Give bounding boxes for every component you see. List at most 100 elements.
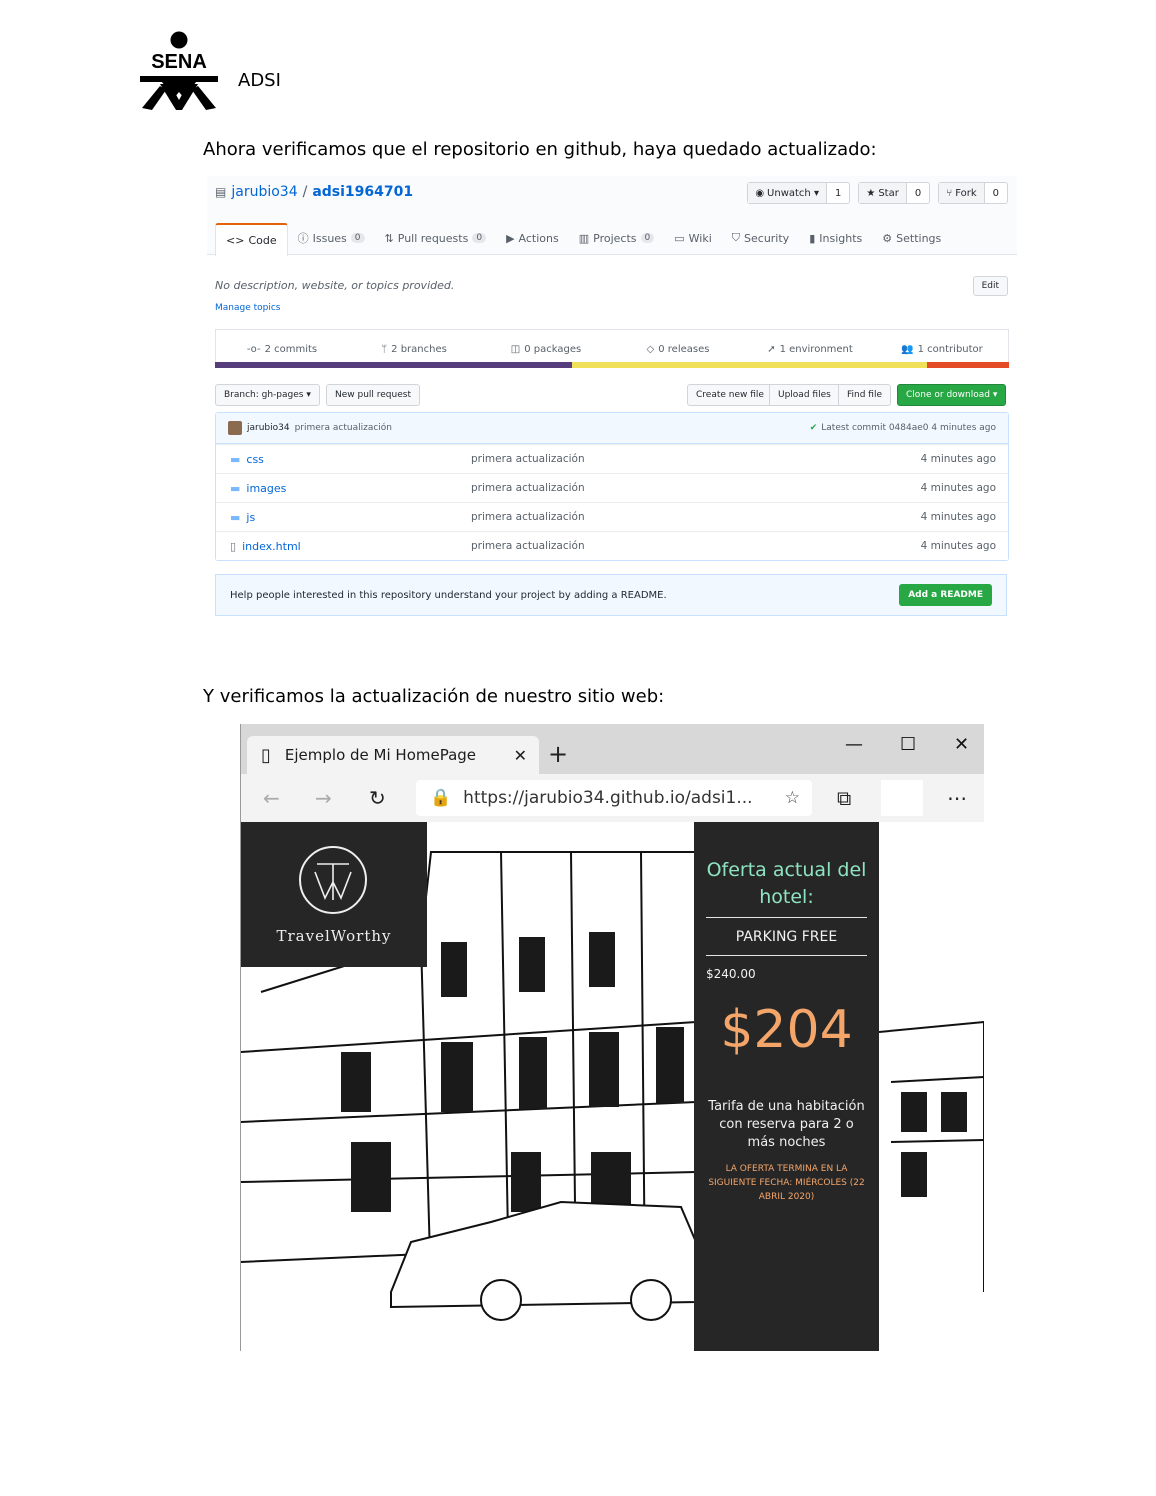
unwatch-count[interactable]: 1	[827, 183, 849, 203]
commit-author[interactable]: jarubio34	[247, 423, 290, 433]
maximize-icon[interactable]: ☐	[900, 734, 916, 755]
tab-label: Pull requests	[397, 231, 469, 245]
tab-wiki[interactable]: ▭ Wiki	[664, 223, 722, 253]
tab-label: Wiki	[688, 231, 712, 245]
language-segment[interactable]	[927, 362, 1009, 368]
language-segment[interactable]	[215, 362, 573, 368]
new-pull-request-button[interactable]: New pull request	[326, 384, 420, 406]
star-button[interactable]: ★ Star 0	[858, 182, 931, 204]
create-file-button[interactable]: Create new file	[687, 384, 773, 406]
language-segment[interactable]	[572, 362, 928, 368]
tab-projects[interactable]: ▥ Projects 0	[569, 223, 665, 253]
paragraph-github: Ahora verificamos que el repositorio en …	[203, 139, 877, 160]
offer-end-date: LA OFERTA TERMINA EN LA SIGUIENTE FECHA:…	[708, 1164, 865, 1202]
fork-label: Fork	[955, 187, 977, 199]
webpage: TravelWorthy Oferta actual del hotel: PA…	[241, 822, 984, 1351]
file-table: jarubio34 primera actualización ✔ Latest…	[215, 412, 1009, 561]
nav-bar: ← → ↻ 🔒 https://jarubio34.github.io/adsi…	[241, 774, 984, 823]
upload-files-button[interactable]: Upload files	[769, 384, 840, 406]
people-icon: 👥	[901, 343, 914, 355]
add-readme-button[interactable]: Add a README	[899, 584, 992, 606]
file-commit-message[interactable]: primera actualización	[471, 511, 896, 523]
file-age: 4 minutes ago	[920, 482, 996, 494]
commits-label: 2 commits	[264, 343, 318, 355]
file-commit-message[interactable]: primera actualización	[471, 453, 896, 465]
commit-message[interactable]: primera actualización	[295, 423, 392, 433]
tw-monogram-icon	[299, 846, 367, 914]
tab-settings[interactable]: ⚙ Settings	[872, 223, 951, 253]
tab-label: Code	[248, 234, 277, 247]
rocket-icon: ➚	[767, 343, 776, 355]
repo-owner-link[interactable]: jarubio34	[231, 184, 297, 200]
minimize-icon[interactable]: —	[845, 734, 863, 755]
repo-tabs: <> Code ⓘ Issues 0 ⇅ Pull requests 0 ▶ Actions…	[215, 223, 951, 256]
forward-icon[interactable]: →	[315, 786, 332, 810]
url-text[interactable]: https://jarubio34.github.io/adsi1...	[463, 788, 752, 808]
window-close-icon[interactable]: ✕	[954, 734, 969, 755]
repo-header: ▤ jarubio34 / adsi1964701 ◉ Unwatch ▾ 1 ★…	[207, 176, 1017, 256]
branch-select-button[interactable]: Branch: gh-pages ▾	[215, 384, 320, 406]
close-icon[interactable]: ✕	[514, 746, 527, 765]
tab-security[interactable]: ⛉ Security	[722, 223, 799, 253]
package-icon: ◫	[510, 343, 521, 355]
gear-icon: ⚙	[882, 231, 893, 245]
folder-icon: ▬	[230, 481, 241, 495]
tab-issues[interactable]: ⓘ Issues 0	[288, 223, 375, 253]
tab-code[interactable]: <> Code	[215, 223, 288, 256]
repo-name-link[interactable]: adsi1964701	[312, 184, 413, 200]
shield-icon: ⛉	[731, 231, 741, 244]
collections-icon[interactable]: ⧉	[837, 786, 851, 810]
tab-count: 0	[640, 233, 655, 243]
repo-icon: ▤	[215, 185, 227, 199]
fork-button[interactable]: ⑂ Fork 0	[938, 182, 1008, 204]
tab-insights[interactable]: ▮ Insights	[799, 223, 872, 253]
favorite-star-icon[interactable]: ☆	[785, 788, 800, 808]
language-bar[interactable]	[215, 362, 1009, 368]
header-label: ADSI	[238, 70, 281, 91]
project-icon: ▥	[578, 231, 590, 245]
file-name[interactable]: js	[246, 511, 255, 524]
divider	[706, 917, 867, 918]
travelworthy-logo[interactable]: TravelWorthy	[241, 822, 427, 967]
pull-request-icon: ⇅	[384, 231, 394, 245]
file-commit-message[interactable]: primera actualización	[471, 482, 896, 494]
environment-label: 1 environment	[779, 343, 853, 355]
more-menu-icon[interactable]: ⋯	[947, 786, 967, 810]
divider	[706, 955, 867, 956]
issue-icon: ⓘ	[297, 232, 309, 245]
new-price: $204	[720, 1000, 853, 1060]
contributor-label: 1 contributor	[917, 343, 983, 355]
offer-title: Oferta actual del hotel:	[706, 859, 867, 908]
paragraph-site: Y verificamos la actualización de nuestr…	[203, 686, 665, 707]
tab-label: Issues	[312, 231, 347, 245]
file-name[interactable]: images	[246, 482, 286, 495]
back-icon[interactable]: ←	[263, 786, 280, 810]
unwatch-button[interactable]: ◉ Unwatch ▾ 1	[747, 182, 851, 204]
fork-count[interactable]: 0	[985, 183, 1007, 203]
manage-topics-link[interactable]: Manage topics	[215, 303, 281, 313]
browser-screenshot: ▯ Ejemplo de Mi HomePage ✕ + — ☐ ✕ ← → ↻…	[240, 724, 984, 1351]
repo-title: ▤ jarubio34 / adsi1964701	[215, 184, 413, 200]
browser-tab[interactable]: ▯ Ejemplo de Mi HomePage ✕	[247, 736, 539, 774]
tab-actions[interactable]: ▶ Actions	[496, 223, 569, 253]
latest-commit-info[interactable]: Latest commit 0484ae0 4 minutes ago	[821, 423, 996, 433]
file-commit-message[interactable]: primera actualización	[471, 540, 896, 552]
clone-download-button[interactable]: Clone or download ▾	[897, 384, 1007, 406]
tab-pull-requests[interactable]: ⇅ Pull requests 0	[375, 223, 497, 253]
star-count[interactable]: 0	[907, 183, 929, 203]
book-icon: ▭	[674, 231, 685, 245]
graph-icon: ▮	[809, 231, 816, 245]
file-name[interactable]: css	[246, 453, 264, 466]
avatar[interactable]	[228, 421, 242, 435]
releases-label: 0 releases	[658, 343, 710, 355]
find-file-button[interactable]: Find file	[838, 384, 892, 406]
address-bar[interactable]: 🔒 https://jarubio34.github.io/adsi1... ☆	[416, 780, 812, 816]
sena-logo-text: SENA	[151, 51, 207, 73]
file-name[interactable]: index.html	[242, 540, 301, 553]
profile-area[interactable]	[881, 780, 923, 816]
refresh-icon[interactable]: ↻	[369, 786, 386, 810]
new-tab-icon[interactable]: +	[548, 740, 568, 768]
edit-button[interactable]: Edit	[972, 276, 1008, 296]
page-icon: ▯	[261, 744, 271, 766]
table-row: ▯ index.html primera actualización 4 minu…	[216, 531, 1008, 560]
